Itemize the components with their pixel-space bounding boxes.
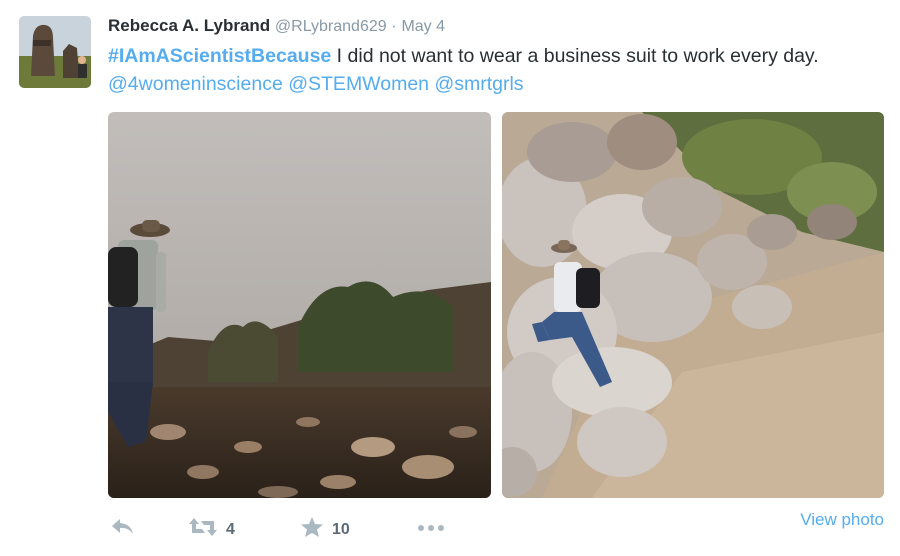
tweet-actions: 4 10 [110,516,890,542]
reply-button[interactable] [110,516,136,543]
tweet-header: Rebecca A. Lybrand @RLybrand629 · May 4 [108,15,445,38]
mention-link[interactable]: @STEMWomen [288,73,429,95]
retweet-icon [188,516,218,543]
mention-link[interactable]: @4womeninscience [108,73,283,95]
favorite-button[interactable]: 10 [300,516,350,543]
hashtag-link[interactable]: #IAmAScientistBecause [108,45,331,67]
retweet-button[interactable]: 4 [188,516,235,543]
separator-dot: · [391,18,397,35]
retweet-count: 4 [226,520,235,538]
mention-link[interactable]: @smrtgrls [434,73,523,95]
reply-icon [110,516,136,543]
author-handle[interactable]: @RLybrand629 [275,18,387,35]
author-name[interactable]: Rebecca A. Lybrand [108,16,270,35]
favorite-count: 10 [332,520,350,538]
avatar[interactable] [19,16,91,88]
tweet-date[interactable]: May 4 [401,18,445,35]
tweet-body: I did not want to wear a business suit t… [331,45,819,67]
view-photo-link[interactable]: View photo [800,510,884,530]
tweet-photo-1[interactable] [108,112,491,498]
tweet-photo-2[interactable] [502,112,884,498]
more-dots-icon [416,516,446,543]
more-button[interactable] [416,516,446,543]
tweet-text: #IAmAScientistBecause I did not want to … [108,42,868,98]
star-icon [300,516,324,543]
